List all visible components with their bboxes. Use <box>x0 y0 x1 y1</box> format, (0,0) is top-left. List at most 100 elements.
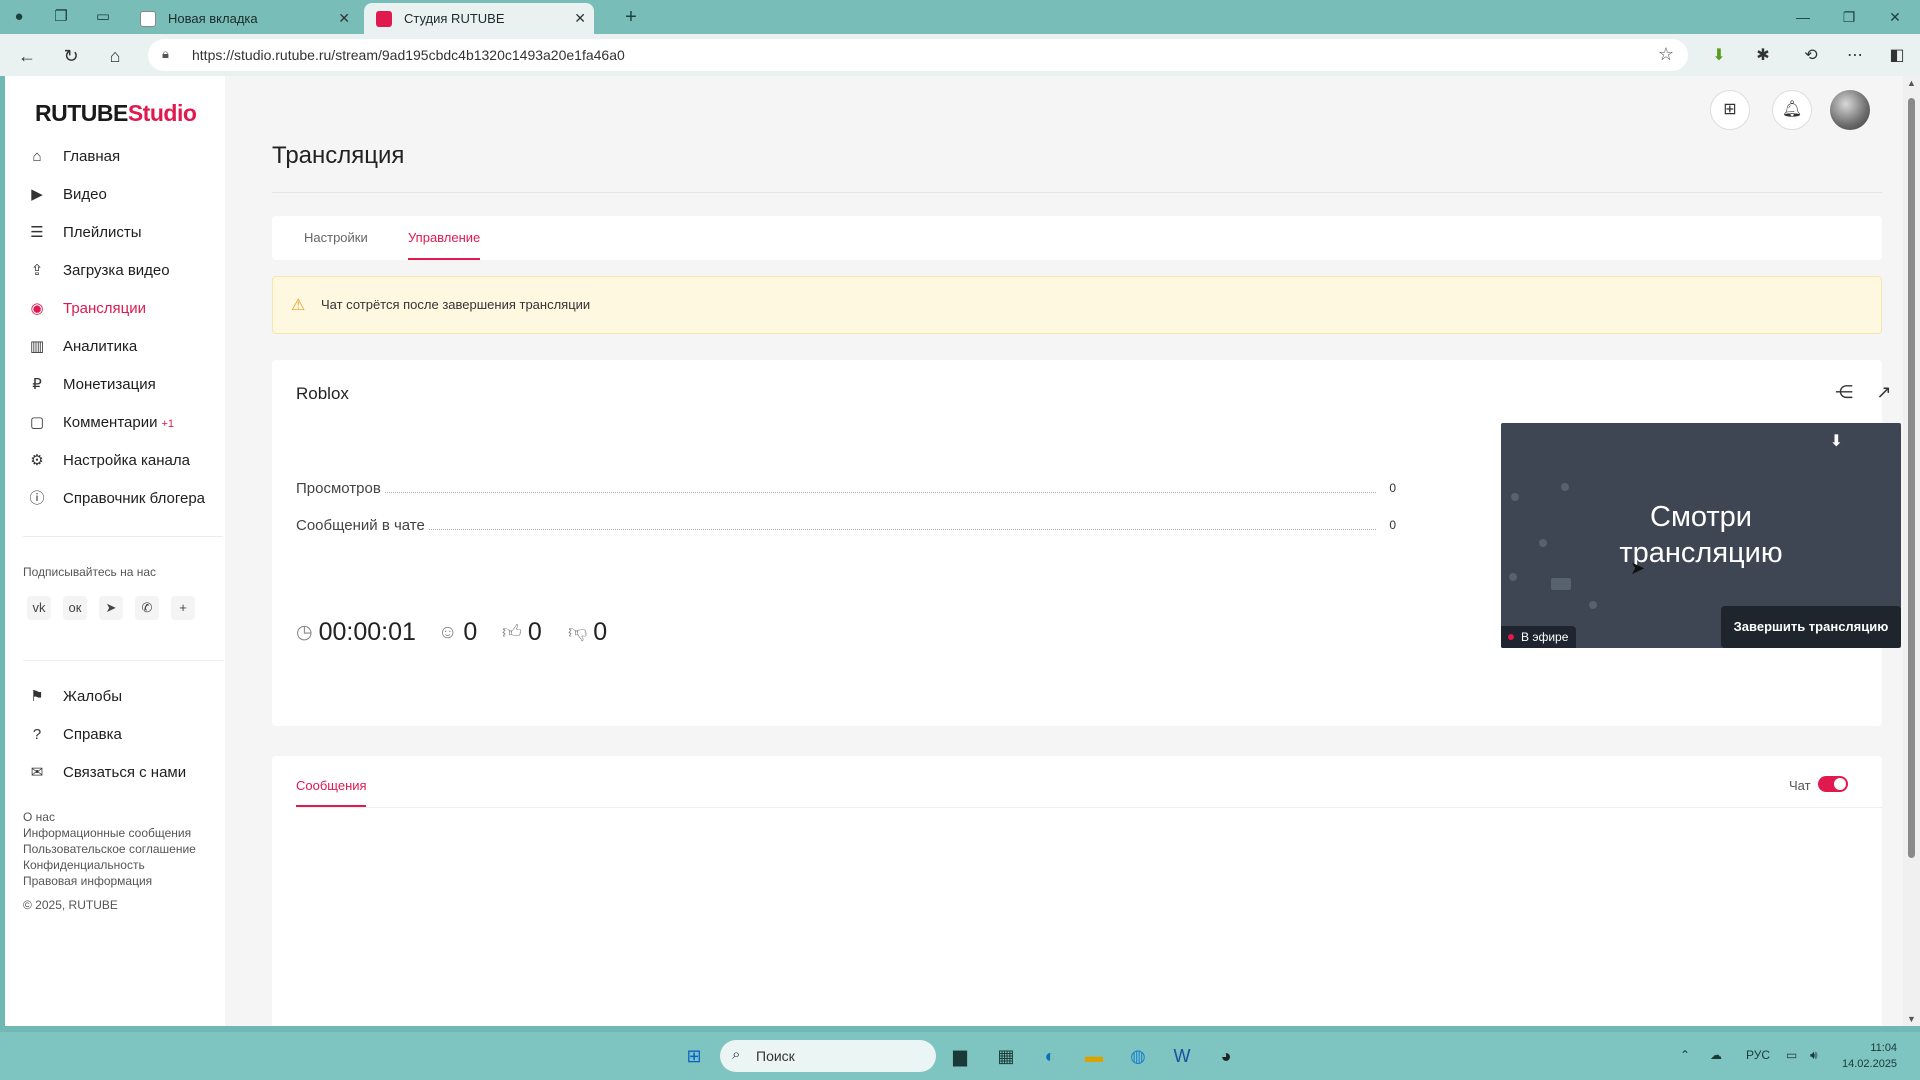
taskbar-search[interactable]: ⌕ Поиск <box>720 1040 936 1072</box>
metric-dislikes: 👎︎ 0 <box>568 618 607 650</box>
file-explorer-icon[interactable]: ▬ <box>1080 1042 1108 1070</box>
home-browser-icon[interactable]: ⌂ <box>102 43 128 69</box>
scroll-down-icon[interactable]: ▼ <box>1907 1014 1916 1024</box>
network-icon[interactable]: ▭ <box>1786 1048 1797 1062</box>
favorite-star-icon[interactable]: ☆ <box>1658 44 1674 65</box>
close-window-icon[interactable]: ✕ <box>1872 0 1918 34</box>
stat-label: Просмотров <box>296 480 385 497</box>
sidebar-item-monetization[interactable]: ₽ Монетизация <box>23 370 223 400</box>
extension-download-icon[interactable]: ⬇ <box>1706 43 1732 69</box>
address-url[interactable]: https://studio.rutube.ru/stream/9ad195cb… <box>192 47 625 63</box>
close-tab-icon[interactable]: ✕ <box>338 3 350 34</box>
workspaces-icon[interactable]: ❐ <box>50 6 72 28</box>
address-bar[interactable]: 🔒︎ https://studio.rutube.ru/stream/9ad19… <box>148 39 1688 71</box>
sidebar-item-blogger-guide[interactable]: ⓘ Справочник блогера <box>23 484 223 514</box>
browser-tab-new[interactable]: Новая вкладка ✕ <box>128 3 358 34</box>
page-scrollbar[interactable]: ▲ ▼ <box>1903 76 1920 1026</box>
vk-icon[interactable]: vk <box>27 596 51 620</box>
info-icon: ⓘ <box>29 490 45 507</box>
browser-tab-title: Студия RUTUBE <box>404 11 505 26</box>
page-tabs: Настройки Управление <box>272 216 1882 260</box>
tray-chevron-icon[interactable]: ⌃ <box>1680 1048 1690 1062</box>
extensions-icon[interactable]: ✱ <box>1750 43 1776 69</box>
sidebar-item-help[interactable]: ? Справка <box>23 720 223 750</box>
odnoklassniki-icon[interactable]: ок <box>63 596 87 620</box>
word-icon[interactable]: W <box>1168 1042 1196 1070</box>
tab-settings[interactable]: Настройки <box>304 230 368 245</box>
app-with-notification-icon[interactable]: ◕ <box>1212 1042 1240 1070</box>
decor-dot <box>1551 578 1571 590</box>
avatar[interactable] <box>1830 90 1870 130</box>
gear-icon: ⚙ <box>30 452 44 469</box>
sidebar-item-home[interactable]: ⌂ Главная <box>23 142 223 172</box>
close-tab-icon[interactable]: ✕ <box>574 3 586 34</box>
dislikes-value: 0 <box>593 618 608 646</box>
tab-management[interactable]: Управление <box>408 230 480 245</box>
sidebar-item-upload[interactable]: ⇪ Загрузка видео <box>23 256 223 286</box>
footer-link-legal[interactable]: Правовая информация <box>23 874 152 888</box>
back-arrow-icon[interactable]: ← <box>14 43 40 69</box>
volume-icon[interactable]: 🔊︎ <box>1810 1048 1818 1063</box>
history-icon[interactable]: ⟲ <box>1798 43 1824 69</box>
end-stream-button[interactable]: Завершить трансляцию <box>1721 606 1901 648</box>
reload-icon[interactable]: ↻ <box>58 43 84 69</box>
mouse-cursor-icon: ➤ <box>1630 558 1646 578</box>
telegram-icon[interactable]: ➤ <box>99 596 123 620</box>
sidebar-item-comments[interactable]: ▢ Комментарии +1 <box>23 408 223 438</box>
bell-icon[interactable]: 🔔︎ <box>1772 90 1812 130</box>
windows-start-icon[interactable]: ⊞ <box>680 1042 708 1070</box>
system-clock[interactable]: 11:04 14.02.2025 <box>1842 1040 1897 1072</box>
footer-link-terms[interactable]: Пользовательское соглашение <box>23 842 196 856</box>
profile-icon[interactable]: ● <box>8 6 30 28</box>
footer-link-about[interactable]: О нас <box>23 810 55 824</box>
logo-studio-text: Studio <box>127 100 197 126</box>
tab-actions-icon[interactable]: ▭ <box>92 6 114 28</box>
flag-icon: ⚑ <box>30 688 44 705</box>
onedrive-icon[interactable]: ☁ <box>1710 1048 1722 1062</box>
browser-tab-studio[interactable]: Студия RUTUBE ✕ <box>364 3 594 34</box>
download-icon[interactable]: ⬇ <box>1830 431 1843 451</box>
sidebar-item-contact[interactable]: ✉ Связаться с нами <box>23 758 223 788</box>
browser-toolbar: ← ↻ ⌂ 🔒︎ https://studio.rutube.ru/stream… <box>0 34 1920 76</box>
sidebar-item-channel-settings[interactable]: ⚙ Настройка канала <box>23 446 223 476</box>
sidebar-item-label: Аналитика <box>63 338 138 355</box>
restore-icon[interactable]: ❐ <box>1826 0 1872 34</box>
more-menu-icon[interactable]: ⋯ <box>1842 43 1868 69</box>
rutube-studio-logo[interactable]: RUTUBEStudio <box>35 100 197 127</box>
likes-value: 0 <box>527 618 542 646</box>
task-view-icon[interactable]: ▆ <box>946 1042 974 1070</box>
lock-icon[interactable]: 🔒︎ <box>162 46 169 62</box>
title-divider <box>272 192 1882 193</box>
globe-app-icon[interactable]: ◍ <box>1124 1042 1152 1070</box>
minimize-icon[interactable]: — <box>1780 0 1826 34</box>
tab-messages[interactable]: Сообщения <box>296 778 367 793</box>
footer-link-privacy[interactable]: Конфиденциальность <box>23 858 145 872</box>
open-external-icon[interactable]: ↗ <box>1872 382 1896 403</box>
sidebar-item-analytics[interactable]: ▥ Аналитика <box>23 332 223 362</box>
add-content-icon[interactable]: ⊞ <box>1710 90 1750 130</box>
follow-us-label: Подписывайтесь на нас <box>23 565 157 579</box>
footer-link-info[interactable]: Информационные сообщения <box>23 826 191 840</box>
edge-browser-icon[interactable]: ◐ <box>1036 1042 1064 1070</box>
sidebar-item-broadcasts[interactable]: ◉ Трансляции <box>23 294 223 324</box>
sidebar-item-complaints[interactable]: ⚑ Жалобы <box>23 682 223 712</box>
scroll-up-icon[interactable]: ▲ <box>1907 78 1916 88</box>
sidebar-item-video[interactable]: ▶ Видео <box>23 180 223 210</box>
sidebar-item-playlists[interactable]: ☰ Плейлисты <box>23 218 223 248</box>
live-label: В эфире <box>1521 630 1569 644</box>
live-badge: В эфире <box>1501 626 1577 648</box>
stream-name: Roblox <box>296 384 349 403</box>
sidebar-toggle-icon[interactable]: ◧ <box>1884 43 1910 69</box>
viewer-icon: ☺ <box>438 622 458 643</box>
viber-icon[interactable]: ✆ <box>135 596 159 620</box>
scrollbar-thumb[interactable] <box>1908 98 1915 858</box>
clock-icon: ◷ <box>296 622 313 643</box>
chat-toggle[interactable] <box>1818 776 1848 792</box>
more-social-icon[interactable]: + <box>171 596 195 620</box>
ruble-icon: ₽ <box>32 376 42 393</box>
language-indicator[interactable]: РУС <box>1746 1048 1770 1062</box>
share-icon[interactable]: ⋲ <box>1832 382 1856 403</box>
sidebar: RUTUBEStudio ⌂ Главная ▶ Видео ☰ Плейлис… <box>5 76 225 1026</box>
calculator-icon[interactable]: ▦ <box>992 1042 1020 1070</box>
new-tab-plus-icon[interactable]: + <box>620 6 642 28</box>
